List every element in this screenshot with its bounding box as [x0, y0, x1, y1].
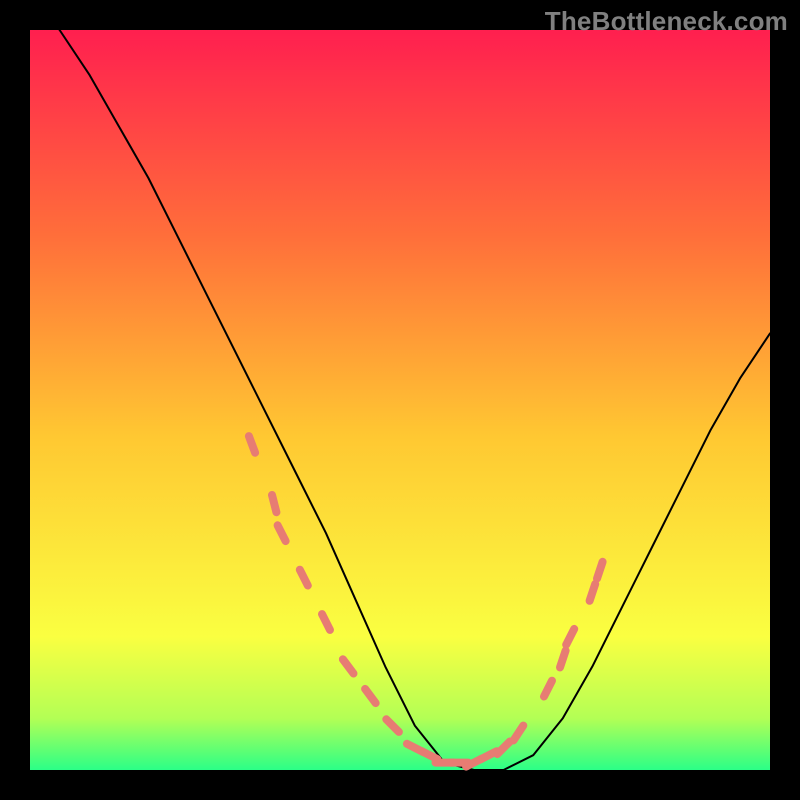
curve-marker — [497, 742, 510, 755]
curve-marker — [343, 659, 354, 673]
curve-marker — [560, 651, 566, 668]
chart-plot-area — [30, 30, 770, 770]
curve-marker — [365, 689, 376, 703]
curve-marker — [514, 726, 524, 741]
curve-marker — [597, 562, 603, 579]
curve-marker — [386, 719, 399, 732]
bottleneck-curve — [30, 0, 770, 770]
curve-marker — [300, 570, 308, 586]
curve-marker — [590, 584, 596, 601]
chart-svg — [30, 30, 770, 770]
curve-marker — [566, 629, 574, 645]
curve-marker — [322, 614, 330, 630]
curve-marker — [249, 436, 255, 453]
curve-marker — [272, 495, 276, 512]
curve-marker — [278, 525, 286, 541]
curve-marker — [544, 681, 552, 697]
